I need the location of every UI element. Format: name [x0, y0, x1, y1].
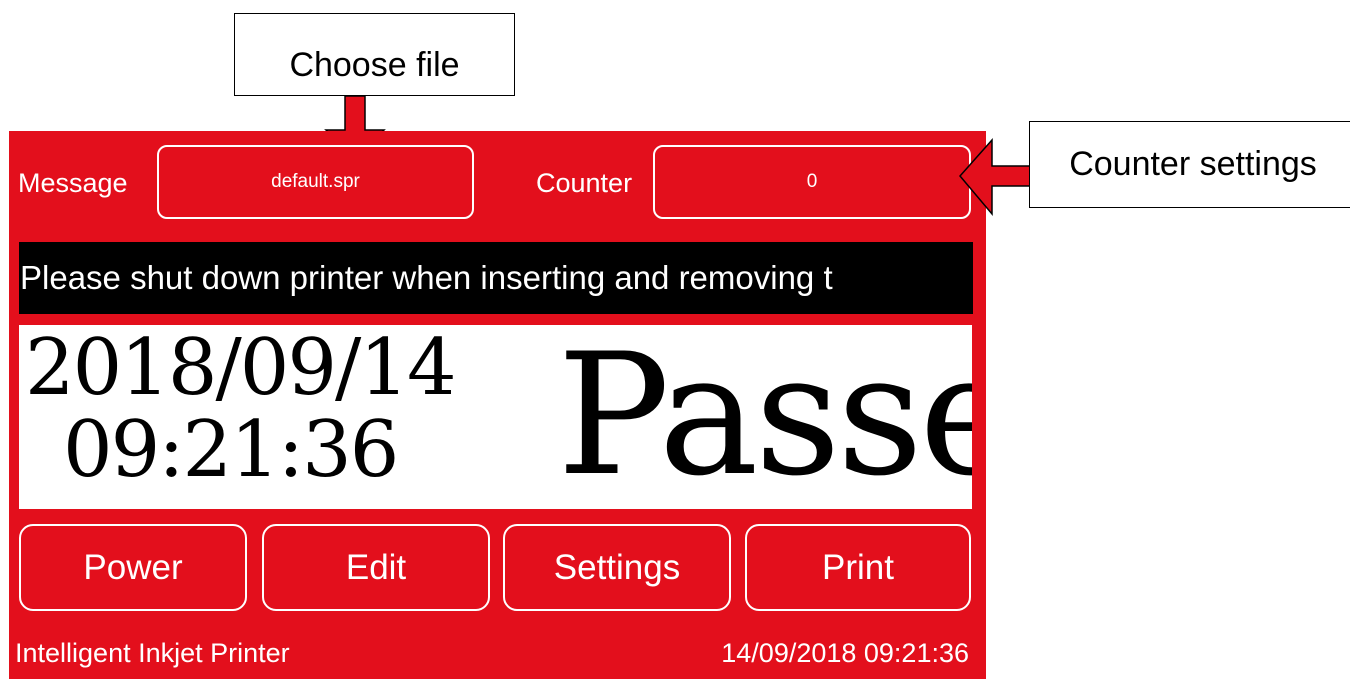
choose-file-callout-text: Choose file — [289, 46, 460, 84]
edit-button[interactable]: Edit — [262, 524, 490, 611]
preview-date: 2018/09/14 — [25, 325, 457, 413]
settings-button[interactable]: Settings — [503, 524, 731, 611]
power-button-label: Power — [83, 547, 183, 587]
left-arrow-icon — [959, 138, 1031, 217]
status-datetime: 14/09/2018 09:21:36 — [721, 638, 969, 668]
print-button-label: Print — [822, 547, 894, 587]
power-button[interactable]: Power — [19, 524, 247, 611]
message-label: Message — [18, 168, 128, 198]
message-file-button[interactable]: default.spr — [157, 145, 474, 219]
printer-screen: Message default.spr Counter 0 Please shu… — [9, 131, 986, 679]
counter-settings-callout: Counter settings — [1029, 121, 1350, 208]
edit-button-label: Edit — [345, 547, 407, 587]
print-preview-panel: 2018/09/14 09:21:36 Passe — [19, 325, 972, 509]
message-file-value: default.spr — [271, 171, 360, 192]
preview-message: Passe — [557, 325, 972, 509]
counter-button[interactable]: 0 — [653, 145, 971, 219]
print-button[interactable]: Print — [745, 524, 971, 611]
settings-button-label: Settings — [553, 547, 681, 587]
notice-text: Please shut down printer when inserting … — [20, 259, 833, 296]
counter-value: 0 — [806, 171, 818, 192]
counter-settings-callout-text: Counter settings — [1069, 145, 1317, 183]
annotated-screenshot: Choose file Message default.spr Counter … — [0, 0, 1350, 679]
device-title: Intelligent Inkjet Printer — [15, 638, 290, 668]
choose-file-callout: Choose file — [234, 13, 515, 96]
notice-ticker: Please shut down printer when inserting … — [19, 242, 973, 314]
preview-time: 09:21:36 — [63, 405, 399, 495]
counter-label: Counter — [536, 168, 633, 198]
